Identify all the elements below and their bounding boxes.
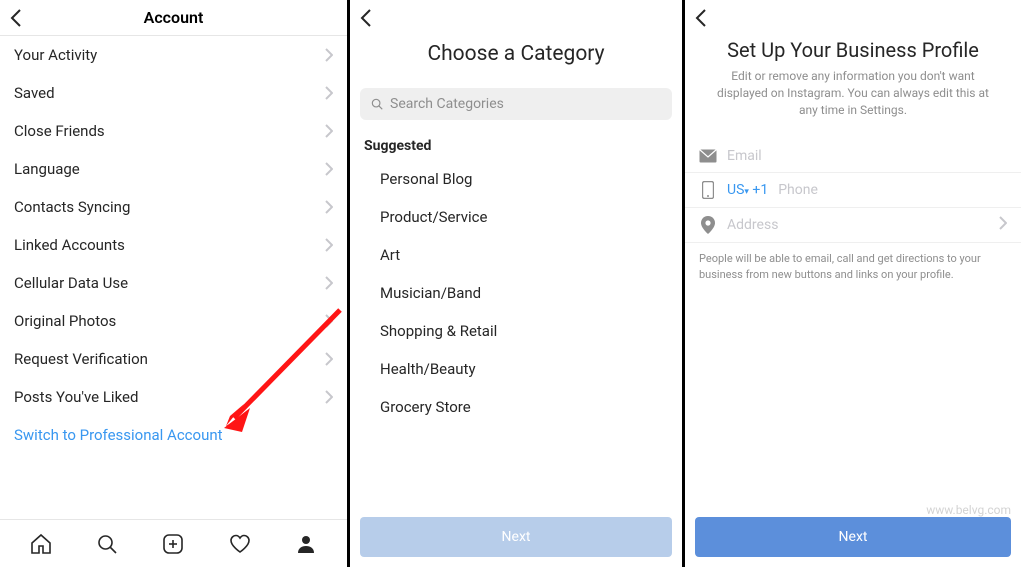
bottom-tabbar: [0, 519, 347, 567]
email-field[interactable]: Email: [685, 140, 1021, 173]
category-item[interactable]: Grocery Store: [350, 388, 682, 426]
chevron-right-icon: [325, 200, 333, 214]
panel3-header: [685, 0, 1021, 28]
row-label: Your Activity: [14, 46, 97, 64]
page-title: Account: [144, 8, 204, 27]
panel3-title: Set Up Your Business Profile: [685, 28, 1021, 68]
address-placeholder: Address: [727, 217, 778, 233]
phone-country-selector[interactable]: US▾ +1: [727, 182, 768, 198]
new-post-icon[interactable]: [158, 529, 188, 559]
account-settings-panel: Account Your Activity Saved Close Friend…: [0, 0, 350, 567]
back-icon[interactable]: [10, 8, 22, 28]
category-item[interactable]: Art: [350, 236, 682, 274]
row-saved[interactable]: Saved: [0, 74, 347, 112]
switch-professional-link[interactable]: Switch to Professional Account: [0, 416, 347, 454]
profile-note: People will be able to email, call and g…: [685, 243, 1021, 290]
chevron-right-icon: [325, 238, 333, 252]
row-request-verification[interactable]: Request Verification: [0, 340, 347, 378]
phone-icon: [699, 181, 717, 199]
category-item[interactable]: Personal Blog: [350, 160, 682, 198]
row-label: Linked Accounts: [14, 236, 125, 254]
row-your-activity[interactable]: Your Activity: [0, 36, 347, 74]
category-item[interactable]: Shopping & Retail: [350, 312, 682, 350]
row-close-friends[interactable]: Close Friends: [0, 112, 347, 150]
business-profile-panel: Set Up Your Business Profile Edit or rem…: [685, 0, 1021, 567]
chevron-right-icon: [325, 390, 333, 404]
row-label: Contacts Syncing: [14, 198, 130, 216]
row-linked-accounts[interactable]: Linked Accounts: [0, 226, 347, 264]
row-label: Close Friends: [14, 122, 105, 140]
category-search-input[interactable]: Search Categories: [360, 88, 672, 120]
chevron-right-icon: [999, 216, 1007, 234]
row-label: Saved: [14, 84, 55, 102]
row-label: Language: [14, 160, 80, 178]
search-icon[interactable]: [92, 529, 122, 559]
row-label: Request Verification: [14, 350, 148, 368]
profile-icon[interactable]: [291, 529, 321, 559]
location-pin-icon: [699, 216, 717, 234]
suggested-heading: Suggested: [350, 132, 682, 160]
row-label: Cellular Data Use: [14, 274, 128, 292]
row-contacts-syncing[interactable]: Contacts Syncing: [0, 188, 347, 226]
activity-heart-icon[interactable]: [225, 529, 255, 559]
phone-field[interactable]: US▾ +1 Phone: [685, 173, 1021, 208]
account-list: Your Activity Saved Close Friends Langua…: [0, 36, 347, 519]
chevron-right-icon: [325, 314, 333, 328]
email-icon: [699, 149, 717, 163]
back-icon[interactable]: [360, 8, 672, 28]
row-original-photos[interactable]: Original Photos: [0, 302, 347, 340]
address-field[interactable]: Address: [685, 208, 1021, 243]
search-placeholder: Search Categories: [390, 96, 504, 112]
chevron-right-icon: [325, 352, 333, 366]
next-button[interactable]: Next: [360, 517, 672, 557]
chevron-right-icon: [325, 86, 333, 100]
row-cellular-data-use[interactable]: Cellular Data Use: [0, 264, 347, 302]
panel2-title: Choose a Category: [350, 28, 682, 88]
search-icon: [370, 97, 384, 111]
email-placeholder: Email: [727, 148, 762, 164]
row-language[interactable]: Language: [0, 150, 347, 188]
phone-placeholder: Phone: [778, 182, 818, 198]
next-button[interactable]: Next: [695, 517, 1011, 557]
category-item[interactable]: Product/Service: [350, 198, 682, 236]
choose-category-panel: Choose a Category Search Categories Sugg…: [350, 0, 685, 567]
chevron-right-icon: [325, 276, 333, 290]
chevron-right-icon: [325, 162, 333, 176]
category-list: Personal Blog Product/Service Art Musici…: [350, 160, 682, 517]
panel3-subtitle: Edit or remove any information you don't…: [685, 68, 1021, 140]
back-icon[interactable]: [695, 8, 1011, 28]
panel2-header: [350, 0, 682, 28]
row-label: Posts You've Liked: [14, 388, 138, 406]
home-icon[interactable]: [26, 529, 56, 559]
panel1-header: Account: [0, 0, 347, 36]
row-posts-youve-liked[interactable]: Posts You've Liked: [0, 378, 347, 416]
chevron-right-icon: [325, 124, 333, 138]
row-label: Original Photos: [14, 312, 116, 330]
category-item[interactable]: Health/Beauty: [350, 350, 682, 388]
watermark: www.belvg.com: [926, 503, 1011, 517]
chevron-right-icon: [325, 48, 333, 62]
category-item[interactable]: Musician/Band: [350, 274, 682, 312]
